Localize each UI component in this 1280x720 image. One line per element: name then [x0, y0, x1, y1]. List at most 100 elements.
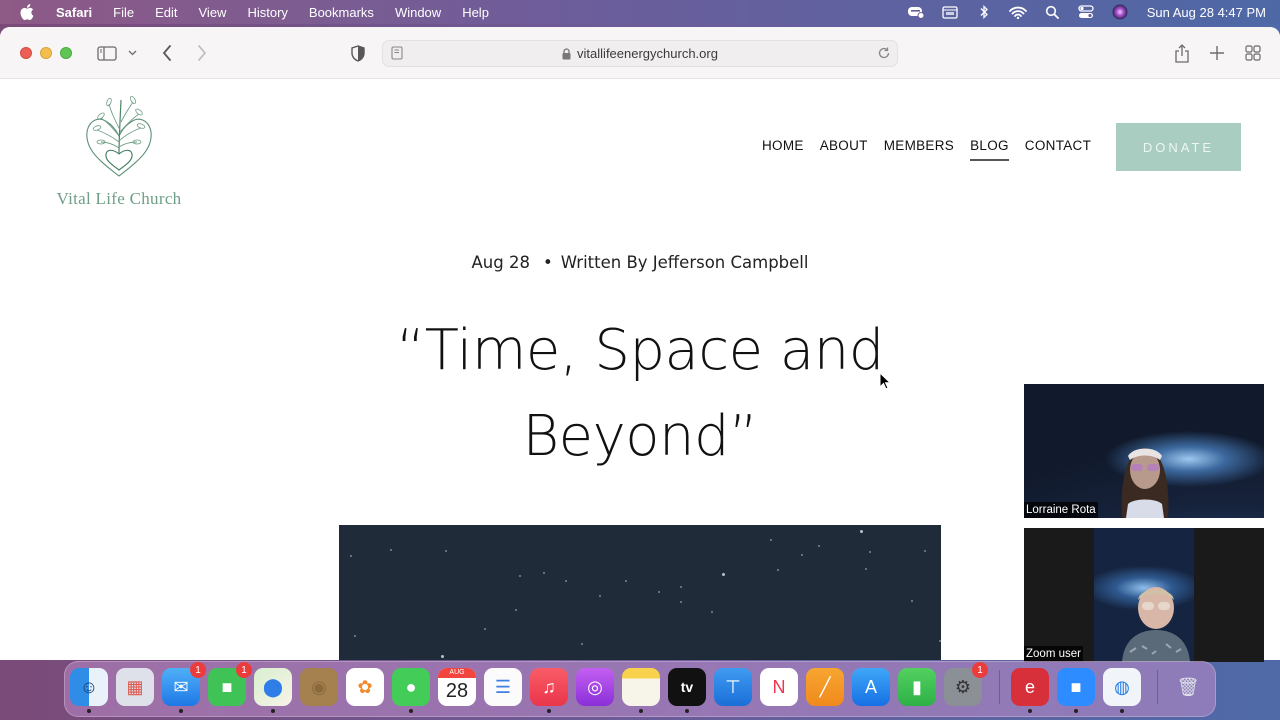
- star: [864, 568, 867, 570]
- star: [658, 591, 660, 593]
- expressvpn-icon[interactable]: [899, 0, 933, 24]
- window-zoom-button[interactable]: [60, 47, 72, 59]
- dock-music-icon[interactable]: ♫: [530, 668, 568, 706]
- dock-maps-icon[interactable]: ⬤: [254, 668, 292, 706]
- reload-icon[interactable]: [877, 46, 891, 63]
- reader-page-icon[interactable]: [391, 46, 403, 63]
- menubar-clock[interactable]: Sun Aug 28 4:47 PM: [1147, 5, 1266, 20]
- post-title-line-2: Beyond”: [522, 404, 758, 469]
- privacy-shield-icon[interactable]: [349, 43, 367, 63]
- post-title: “Time, Space and Beyond”: [340, 308, 940, 480]
- zoom-participant-tile[interactable]: Lorraine Rota: [1024, 384, 1264, 518]
- siri-icon[interactable]: [1103, 0, 1137, 24]
- participant-name-label: Zoom user: [1024, 646, 1083, 662]
- star: [710, 611, 713, 613]
- star: [625, 580, 627, 582]
- menu-history[interactable]: History: [247, 5, 287, 20]
- screen-share-icon[interactable]: [933, 0, 967, 24]
- donate-button[interactable]: DONATE: [1116, 123, 1241, 171]
- dock-podcasts-icon[interactable]: ◎: [576, 668, 614, 706]
- dock-notes-icon[interactable]: [622, 668, 660, 706]
- dock-zoom-icon[interactable]: ■: [1057, 668, 1095, 706]
- address-bar[interactable]: vitallifeenergychurch.org: [382, 40, 898, 67]
- lock-icon: [562, 47, 571, 60]
- window-minimize-button[interactable]: [40, 47, 52, 59]
- spotlight-search-icon[interactable]: [1035, 0, 1069, 24]
- dock-system-preferences-icon[interactable]: ⚙ 1: [944, 662, 988, 706]
- post-meta: Aug 28 • Written By Jefferson Campbell: [0, 253, 1280, 272]
- dock-photos-icon[interactable]: ✿: [346, 668, 384, 706]
- star: [680, 586, 682, 588]
- star: [581, 643, 583, 645]
- dock-contacts-icon[interactable]: ◉: [300, 668, 338, 706]
- menu-bar: Safari File Edit View History Bookmarks …: [0, 0, 1280, 24]
- back-arrow-icon[interactable]: [158, 43, 176, 63]
- share-icon[interactable]: [1172, 42, 1192, 64]
- url-text[interactable]: vitallifeenergychurch.org: [577, 46, 718, 61]
- site-logo[interactable]: Vital Life Church: [38, 92, 200, 209]
- dock-trash-icon[interactable]: 🗑: [1169, 668, 1207, 706]
- dock-news-icon[interactable]: N: [760, 668, 798, 706]
- menu-help[interactable]: Help: [462, 5, 489, 20]
- running-indicator: [547, 709, 551, 713]
- running-indicator: [179, 709, 183, 713]
- dock-mail-icon[interactable]: ✉ 1: [162, 662, 206, 706]
- control-center-icon[interactable]: [1069, 0, 1103, 24]
- dock-safari-icon[interactable]: ◍: [1103, 668, 1141, 706]
- menu-edit[interactable]: Edit: [155, 5, 177, 20]
- dock-numbers-icon[interactable]: ▮: [898, 668, 936, 706]
- star: [564, 580, 567, 582]
- dock-pages-icon[interactable]: ╱: [806, 668, 844, 706]
- star: [484, 628, 487, 630]
- dock-finder-icon[interactable]: ☺: [70, 668, 108, 706]
- zoom-participant-tile[interactable]: Zoom user: [1024, 528, 1264, 662]
- menu-app-safari[interactable]: Safari: [56, 5, 92, 20]
- post-author[interactable]: Written By Jefferson Campbell: [561, 253, 809, 272]
- running-indicator: [87, 709, 91, 713]
- notification-badge: 1: [972, 662, 988, 678]
- wifi-icon[interactable]: [1001, 0, 1035, 24]
- forward-arrow-icon[interactable]: [193, 43, 211, 63]
- post-title-line-1: “Time, Space and: [396, 318, 884, 383]
- dock-messages-icon[interactable]: ●: [392, 668, 430, 706]
- star: [869, 551, 872, 553]
- dock-app-store-icon[interactable]: A: [852, 668, 890, 706]
- running-indicator: [1120, 709, 1124, 713]
- menu-file[interactable]: File: [113, 5, 134, 20]
- participant-video-zoom-user: [1122, 587, 1190, 662]
- notification-badge: 1: [190, 662, 206, 678]
- dock-keynote-icon[interactable]: ⊤: [714, 668, 752, 706]
- star: [515, 609, 517, 611]
- nav-about[interactable]: ABOUT: [820, 138, 868, 153]
- nav-contact[interactable]: CONTACT: [1025, 138, 1091, 153]
- star: [860, 530, 864, 533]
- post-hero-image-starfield: [339, 525, 941, 660]
- star: [441, 655, 445, 658]
- star: [389, 549, 392, 551]
- dock-reminders-icon[interactable]: ☰: [484, 668, 522, 706]
- dock-expressvpn-icon[interactable]: e: [1011, 668, 1049, 706]
- notification-badge: 1: [236, 662, 252, 678]
- tv-label: tv: [680, 679, 694, 695]
- tab-group-chevron-down-icon[interactable]: [126, 46, 138, 60]
- browser-toolbar: vitallifeenergychurch.org: [0, 27, 1280, 79]
- dock-calendar-icon[interactable]: AUG 28: [438, 668, 476, 706]
- nav-members[interactable]: MEMBERS: [884, 138, 954, 153]
- tab-overview-icon[interactable]: [1243, 43, 1263, 63]
- window-close-button[interactable]: [20, 47, 32, 59]
- dock-separator: [1157, 670, 1158, 704]
- sidebar-toggle-icon[interactable]: [96, 44, 118, 62]
- bluetooth-icon[interactable]: [967, 0, 1001, 24]
- nav-home[interactable]: HOME: [762, 138, 804, 153]
- menu-window[interactable]: Window: [395, 5, 441, 20]
- star: [911, 600, 913, 602]
- logo-text: Vital Life Church: [56, 189, 182, 208]
- dock-facetime-icon[interactable]: ■ 1: [208, 662, 252, 706]
- apple-menu-icon[interactable]: [20, 4, 38, 20]
- menu-view[interactable]: View: [199, 5, 227, 20]
- new-tab-plus-icon[interactable]: [1208, 43, 1226, 63]
- dock-tv-icon[interactable]: tv: [668, 668, 706, 706]
- dock-launchpad-icon[interactable]: ▦: [116, 668, 154, 706]
- menu-bookmarks[interactable]: Bookmarks: [309, 5, 374, 20]
- nav-blog[interactable]: BLOG: [970, 138, 1009, 161]
